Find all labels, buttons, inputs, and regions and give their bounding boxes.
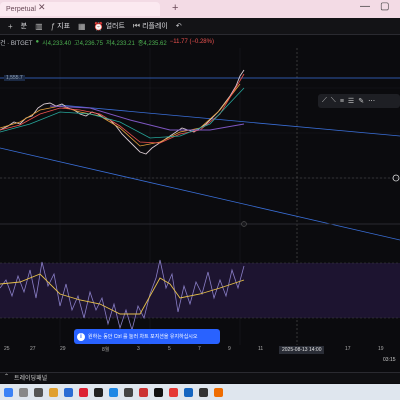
replay-icon: ⏮ bbox=[132, 21, 141, 30]
os-taskbar bbox=[0, 384, 400, 400]
drawing-toolbar: ⟋ ⟍ ≡ ☰ ✎ ⋯ bbox=[318, 94, 400, 108]
app-icon[interactable] bbox=[199, 387, 208, 397]
price-label: 1,555.7 bbox=[4, 75, 25, 81]
alert-label: 얼러트 bbox=[105, 23, 125, 30]
layout-icon: ▦ bbox=[78, 21, 86, 31]
chevron-icon[interactable]: ⌃ bbox=[4, 373, 9, 380]
start-icon[interactable] bbox=[4, 387, 13, 397]
chart-type-button[interactable]: ▥ bbox=[35, 22, 43, 31]
trading-panel-tab[interactable]: 트레이딩패널 bbox=[14, 373, 47, 382]
x-tick: 5 bbox=[168, 346, 171, 352]
high-value: 고4,236.75 bbox=[74, 40, 103, 47]
app-icon[interactable] bbox=[139, 387, 148, 397]
price-chart[interactable] bbox=[0, 48, 400, 345]
x-tick: 9 bbox=[228, 346, 231, 352]
edge-icon[interactable] bbox=[64, 387, 73, 397]
alert-button[interactable]: ⏰ 얼러트 bbox=[94, 21, 125, 31]
x-tick: 8월 bbox=[102, 347, 110, 353]
new-tab-icon[interactable]: + bbox=[172, 2, 178, 14]
x-tick: 25 bbox=[4, 346, 10, 352]
close-tab-icon[interactable]: ✕ bbox=[38, 2, 46, 13]
x-tick: 27 bbox=[30, 346, 36, 352]
app-icon[interactable] bbox=[214, 387, 223, 397]
chart-toolbar: + 분 ▥ ƒ 지표 ▦ ⏰ 얼러트 ⏮ 리플레이 ↶ bbox=[0, 18, 400, 35]
ohlc-legend: 건 · BITGET ● 시4,233.40 고4,236.75 저4,233.… bbox=[0, 36, 214, 48]
minimize-icon[interactable]: — bbox=[360, 1, 370, 12]
file-explorer-icon[interactable] bbox=[49, 387, 58, 397]
x-tick: 7 bbox=[198, 346, 201, 352]
clock-time: 03:15 bbox=[383, 357, 396, 363]
trendline-tool-icon[interactable]: ⟋ bbox=[322, 97, 327, 105]
replay-button[interactable]: ⏮ 리플레이 bbox=[133, 21, 168, 31]
x-tick: 3 bbox=[137, 346, 140, 352]
app-icon[interactable] bbox=[124, 387, 133, 397]
interval-button[interactable]: 분 bbox=[21, 21, 27, 31]
pane-collapse-icon[interactable] bbox=[241, 221, 247, 227]
search-icon[interactable] bbox=[19, 387, 28, 397]
alarm-icon: ⏰ bbox=[93, 21, 104, 31]
chrome-icon[interactable] bbox=[79, 387, 88, 397]
add-symbol-button[interactable]: + bbox=[8, 22, 13, 31]
plus-icon: + bbox=[8, 21, 13, 31]
fib-tool-icon[interactable]: ☰ bbox=[348, 97, 354, 105]
x-tick: 19 bbox=[378, 346, 384, 352]
status-dot: ● bbox=[35, 39, 40, 45]
x-tick: 11 bbox=[258, 346, 264, 352]
app-icon[interactable] bbox=[154, 387, 163, 397]
x-tick: 17 bbox=[345, 346, 351, 352]
notification-toast: i 원하는 동안 Ctrl 를 눌러 차트 포지션을 유지하십시오 bbox=[74, 329, 220, 344]
brush-tool-icon[interactable]: ✎ bbox=[358, 97, 364, 105]
bottom-panel bbox=[0, 372, 400, 383]
app-icon[interactable] bbox=[169, 387, 178, 397]
toast-text: 원하는 동안 Ctrl 를 눌러 차트 포지션을 유지하십시오 bbox=[88, 334, 198, 340]
more-tools-icon[interactable]: ⋯ bbox=[368, 97, 375, 105]
low-value: 저4,233.21 bbox=[105, 40, 135, 47]
ma-short-line bbox=[0, 83, 241, 147]
change-value: −11.77 (−0.28%) bbox=[169, 39, 214, 45]
browser-tab[interactable]: Perpetual bbox=[0, 2, 160, 16]
close-value: 종4,235.62 bbox=[137, 40, 167, 47]
symbol-name: 건 · BITGET bbox=[0, 40, 33, 47]
replay-label: 리플레이 bbox=[142, 23, 168, 30]
maximize-icon[interactable]: ▢ bbox=[380, 1, 389, 12]
ray-tool-icon[interactable]: ⟍ bbox=[331, 97, 336, 105]
indicators-icon: ƒ bbox=[50, 21, 56, 31]
undo-button[interactable]: ↶ bbox=[176, 22, 182, 30]
x-tick: 29 bbox=[60, 346, 66, 352]
open-value: 시4,233.40 bbox=[42, 40, 72, 47]
indicators-button[interactable]: ƒ 지표 bbox=[51, 21, 70, 31]
app-icon[interactable] bbox=[109, 387, 118, 397]
crosshair-time-label: 2025-08-13 14:00 bbox=[279, 346, 325, 354]
app-icon[interactable] bbox=[184, 387, 193, 397]
layout-button[interactable]: ▦ bbox=[78, 22, 86, 31]
ma-mid-line bbox=[0, 73, 245, 144]
info-icon: i bbox=[77, 332, 85, 341]
indicators-label: 지표 bbox=[57, 23, 71, 30]
app-icon[interactable] bbox=[94, 387, 103, 397]
task-view-icon[interactable] bbox=[34, 387, 43, 397]
tab-title: Perpetual bbox=[6, 5, 36, 13]
parallel-channel-icon[interactable]: ≡ bbox=[340, 98, 344, 105]
bars-icon: ▥ bbox=[35, 21, 43, 31]
